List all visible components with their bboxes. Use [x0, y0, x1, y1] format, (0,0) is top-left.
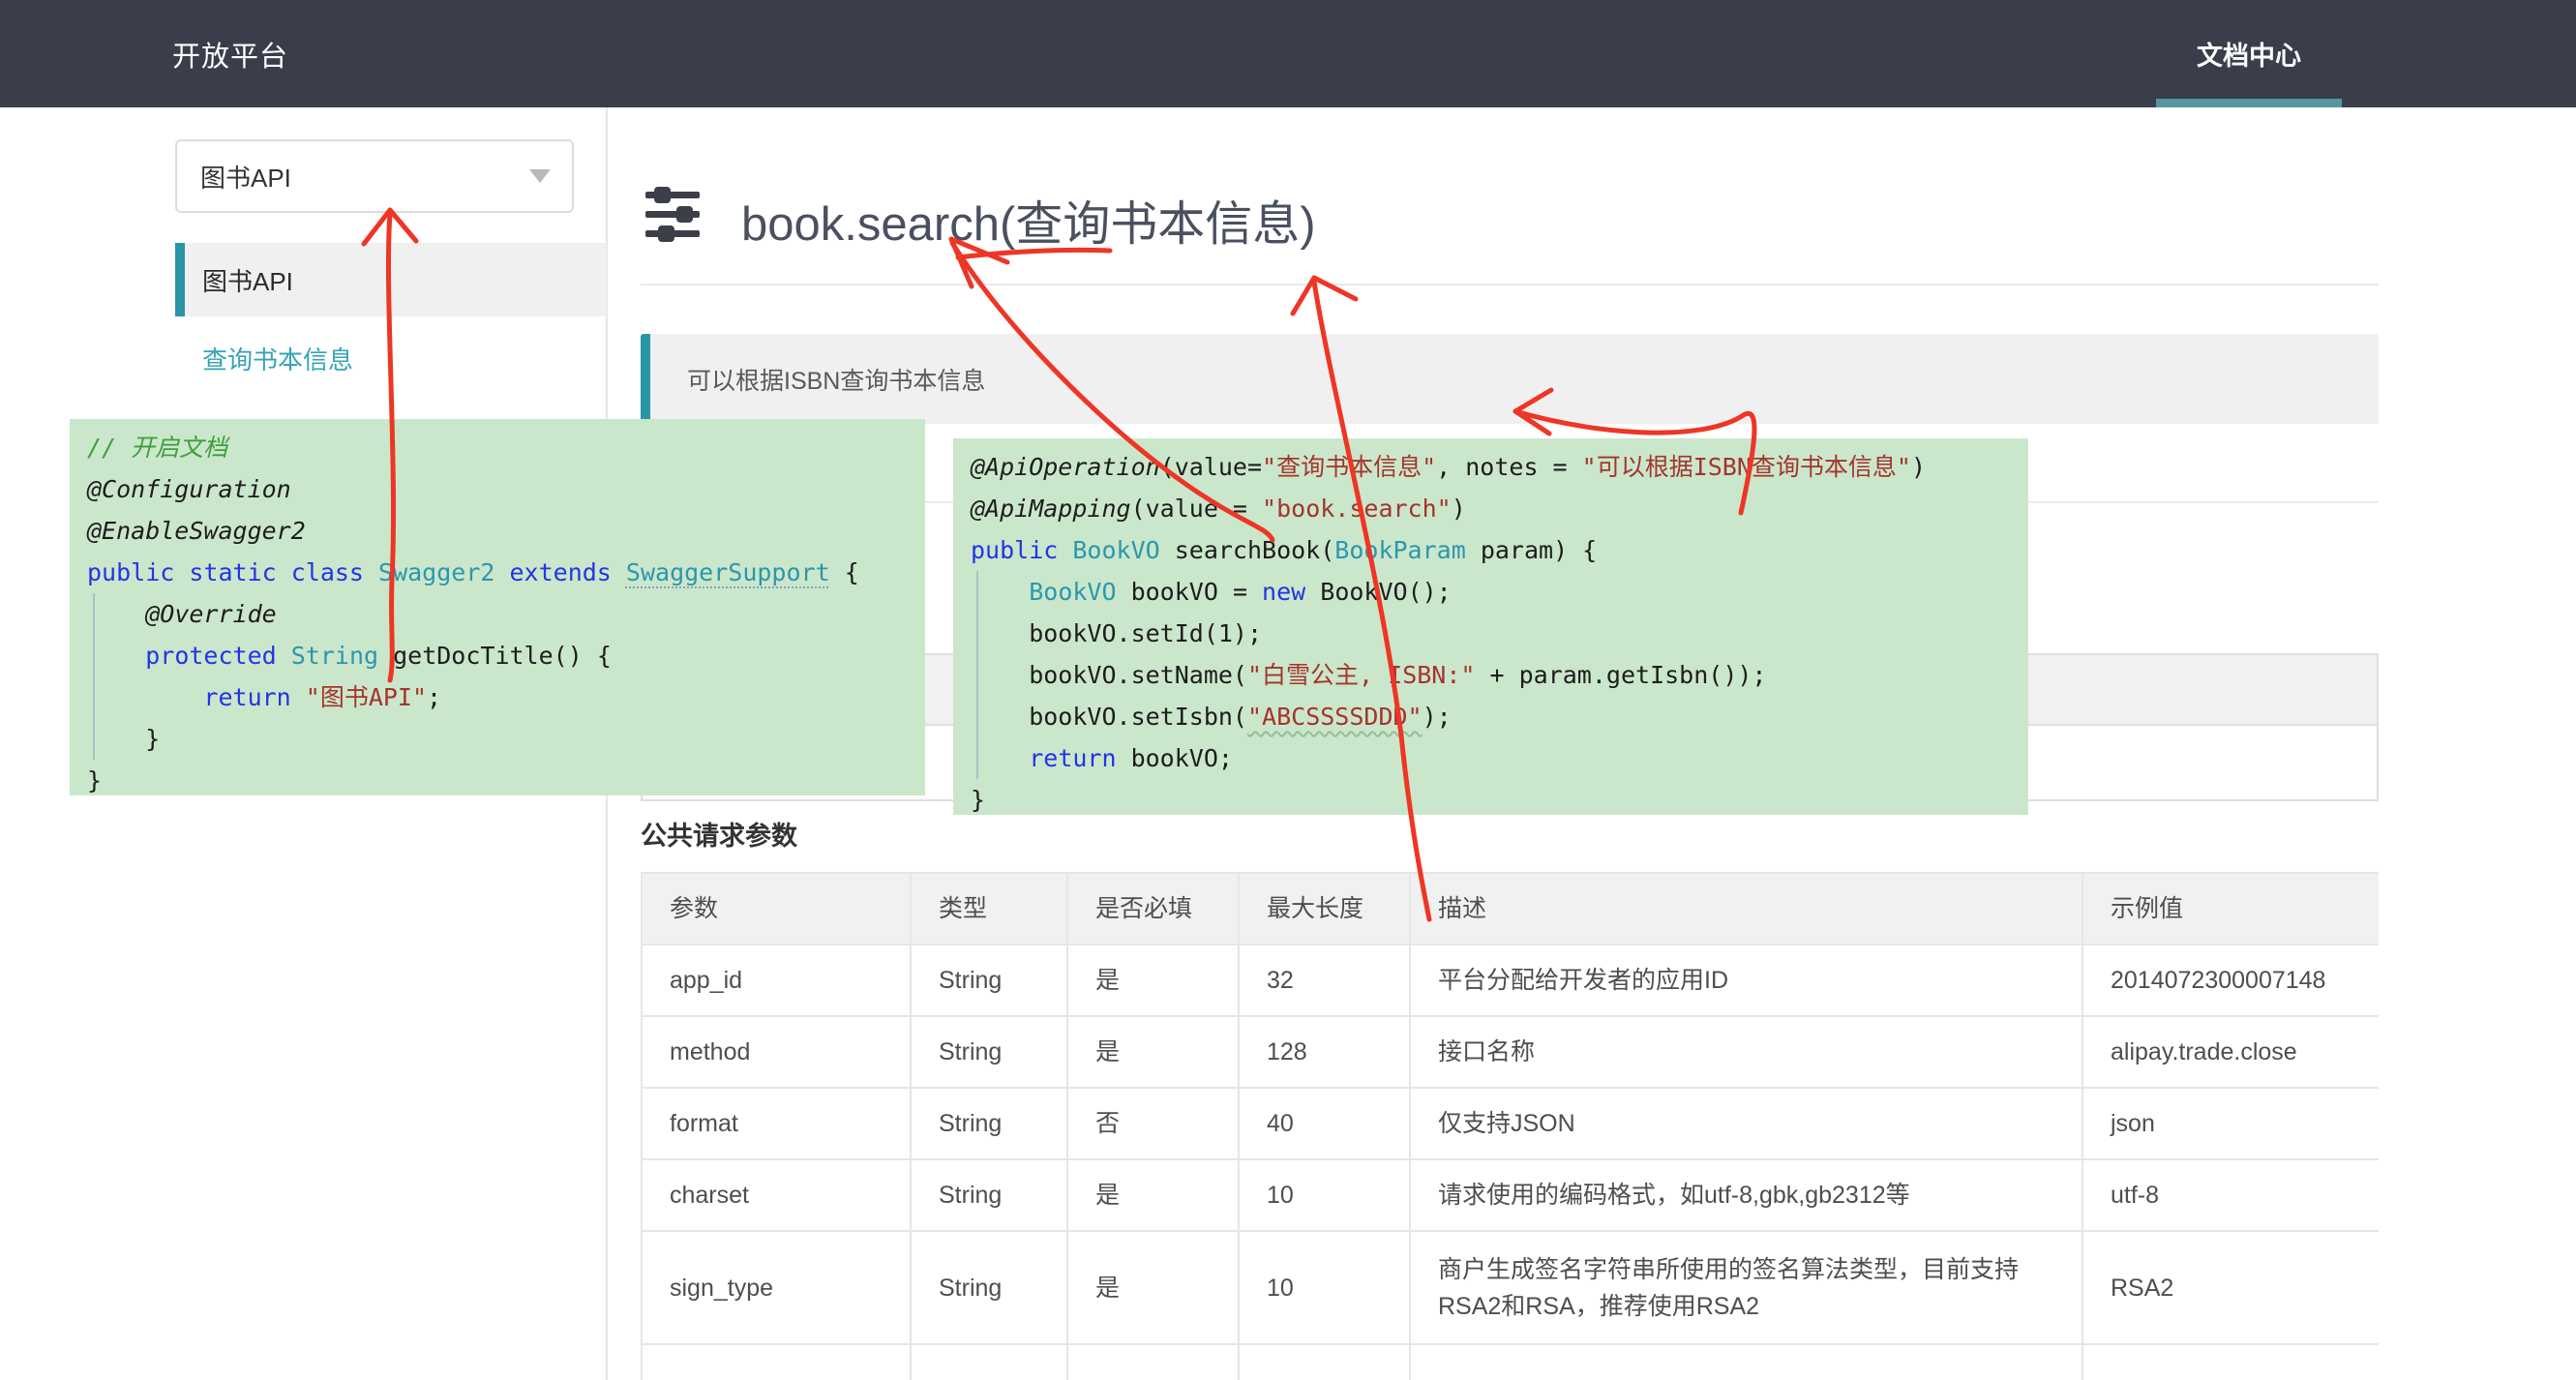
table-cell: 是: [1067, 1016, 1239, 1088]
code-line: @ApiMapping(value = "book.search"): [971, 488, 2028, 529]
code-line: }: [87, 718, 925, 760]
table-cell: String: [911, 1088, 1067, 1159]
table-cell: String: [911, 1231, 1067, 1344]
table-cell: 否: [1067, 1088, 1239, 1159]
table-cell: 是: [1067, 945, 1239, 1016]
sidebar-link-query-book[interactable]: 查询书本信息: [202, 341, 353, 376]
table-cell: 2014072300007148: [2082, 945, 2379, 1016]
code-line: public BookVO searchBook(BookParam param…: [971, 529, 2028, 571]
table-cell: 请求使用的编码格式，如utf-8,gbk,gb2312等: [1410, 1159, 2082, 1231]
api-group-dropdown[interactable]: 图书API: [175, 139, 574, 213]
title-divider: [641, 284, 2379, 285]
page-title: book.search(查询书本信息): [741, 186, 1316, 255]
dropdown-selected-value: 图书API: [200, 141, 291, 211]
table-row: charsetString是10请求使用的编码格式，如utf-8,gbk,gb2…: [642, 1159, 2379, 1231]
section-heading-common-params: 公共请求参数: [641, 815, 797, 853]
table-cell: utf-8: [2082, 1159, 2379, 1231]
table-cell: method: [642, 1016, 911, 1088]
sliders-icon: [644, 187, 701, 243]
column-header: 描述: [1410, 873, 2082, 945]
code-line: BookVO bookVO = new BookVO();: [971, 571, 2028, 613]
table-cell: [1239, 1344, 1410, 1380]
code-line: bookVO.setIsbn("ABCSSSSDDD");: [971, 696, 2028, 737]
code-line: bookVO.setName("白雪公主, ISBN:" + param.get…: [971, 654, 2028, 696]
code-line: protected String getDocTitle() {: [87, 635, 925, 676]
table-cell: sign_type: [642, 1231, 911, 1344]
code-line: // 开启文档: [87, 427, 925, 468]
code-line: return bookVO;: [971, 737, 2028, 779]
column-header: 示例值: [2082, 873, 2379, 945]
table-cell: 商户生成签名字符串所使用的签名算法类型，目前支持RSA2和RSA，推荐使用RSA…: [1410, 1231, 2082, 1344]
column-header: 类型: [911, 873, 1067, 945]
code-snippet-swagger-config: // 开启文档@Configuration@EnableSwagger2publ…: [70, 419, 925, 795]
table-cell: 32: [1239, 945, 1410, 1016]
table-cell: 是: [1067, 1159, 1239, 1231]
table-cell: RSA2: [2082, 1231, 2379, 1344]
table-row: app_idString是32平台分配给开发者的应用ID201407230000…: [642, 945, 2379, 1016]
caret-down-icon: [529, 169, 551, 183]
table-cell: [1067, 1344, 1239, 1380]
table-row: methodString是128接口名称alipay.trade.close: [642, 1016, 2379, 1088]
code-line: bookVO.setId(1);: [971, 613, 2028, 654]
table-cell: 仅支持JSON: [1410, 1088, 2082, 1159]
params-table-wrap: 参数类型是否必填最大长度描述示例值app_idString是32平台分配给开发者…: [641, 872, 2379, 1380]
code-line: @Configuration: [87, 468, 925, 510]
table-row: sign_typeString是10商户生成签名字符串所使用的签名算法类型，目前…: [642, 1231, 2379, 1344]
page: 开放平台 文档中心 图书API 图书API 查询书本信息 book.search…: [0, 0, 2576, 1380]
table-cell: format: [642, 1088, 911, 1159]
indent-guide: [976, 571, 978, 779]
table-cell: String: [911, 1016, 1067, 1088]
table-cell: String: [911, 1159, 1067, 1231]
table-cell: json: [2082, 1088, 2379, 1159]
column-header: 参数: [642, 873, 911, 945]
table-cell: [642, 1344, 911, 1380]
params-table: 参数类型是否必填最大长度描述示例值app_idString是32平台分配给开发者…: [641, 872, 2379, 1380]
table-cell: 128: [1239, 1016, 1410, 1088]
table-cell: 平台分配给开发者的应用ID: [1410, 945, 2082, 1016]
tab-doc-center[interactable]: 文档中心: [2156, 0, 2342, 107]
table-cell: [911, 1344, 1067, 1380]
table-cell: 接口名称: [1410, 1016, 2082, 1088]
sidebar-item-label: 图书API: [202, 243, 293, 316]
table-cell: alipay.trade.close: [2082, 1016, 2379, 1088]
active-tab-underline: [2156, 99, 2342, 107]
api-note-text: 可以根据ISBN查询书本信息: [687, 334, 985, 424]
table-cell: 是: [1067, 1231, 1239, 1344]
indent-guide: [93, 593, 95, 760]
top-navbar: 开放平台 文档中心: [0, 0, 2576, 107]
api-note-box: 可以根据ISBN查询书本信息: [641, 334, 2379, 424]
table-row: [642, 1344, 2379, 1380]
code-line: public static class Swagger2 extends Swa…: [87, 552, 925, 593]
table-cell: app_id: [642, 945, 911, 1016]
code-line: return "图书API";: [87, 676, 925, 718]
code-snippet-search-method: @ApiOperation(value="查询书本信息", notes = "可…: [953, 438, 2028, 815]
sidebar-item-book-api[interactable]: 图书API: [175, 243, 607, 316]
table-cell: String: [911, 945, 1067, 1016]
column-header: 是否必填: [1067, 873, 1239, 945]
table-cell: charset: [642, 1159, 911, 1231]
code-line: }: [971, 779, 2028, 821]
code-line: @Override: [87, 593, 925, 635]
column-header: 最大长度: [1239, 873, 1410, 945]
table-cell: 10: [1239, 1159, 1410, 1231]
table-cell: 40: [1239, 1088, 1410, 1159]
code-line: @ApiOperation(value="查询书本信息", notes = "可…: [971, 446, 2028, 488]
app-title: 开放平台: [172, 0, 288, 107]
code-line: @EnableSwagger2: [87, 510, 925, 552]
table-cell: [2082, 1344, 2379, 1380]
code-line: }: [87, 760, 925, 801]
table-cell: [1410, 1344, 2082, 1380]
table-cell: 10: [1239, 1231, 1410, 1344]
table-row: formatString否40仅支持JSONjson: [642, 1088, 2379, 1159]
